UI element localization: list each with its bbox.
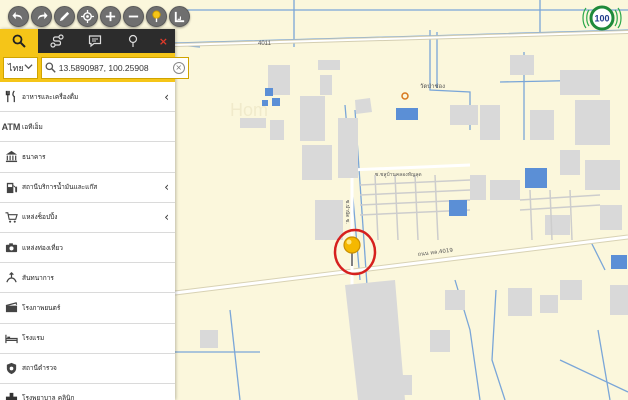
category-label: สถานีตำรวจ xyxy=(22,364,57,373)
category-label: สถานีบริการน้ำมันและแก๊ส xyxy=(22,183,98,192)
restaurant-icon xyxy=(4,90,18,104)
comment-icon xyxy=(88,35,102,48)
zoom-in-icon[interactable] xyxy=(100,5,121,27)
place-marker-icon[interactable] xyxy=(146,5,167,27)
hotel-bed-icon xyxy=(4,331,18,345)
tab-search[interactable] xyxy=(0,29,38,53)
clear-search-icon[interactable]: × xyxy=(172,61,185,74)
panel-tabs: × xyxy=(0,29,175,53)
tab-marker[interactable] xyxy=(114,29,152,53)
category-label: โรงพยาบาล คลินิก xyxy=(22,394,75,400)
draw-pencil-icon[interactable] xyxy=(54,5,75,27)
search-box: × xyxy=(40,56,189,79)
police-icon xyxy=(4,361,18,375)
category-label: ธนาคาร xyxy=(22,152,46,161)
chevron-left-icon[interactable]: ‹ xyxy=(164,210,169,224)
language-value: ไทย xyxy=(8,62,24,73)
search-bar: ไทย × xyxy=(0,53,189,82)
shopping-cart-icon xyxy=(4,210,18,224)
back-icon[interactable] xyxy=(8,5,29,27)
atm-icon: ATM xyxy=(1,121,21,132)
zoom-out-icon[interactable] xyxy=(123,5,144,27)
search-input[interactable] xyxy=(58,62,170,73)
category-item[interactable]: โรงภาพยนตร์ xyxy=(0,293,175,324)
close-icon: × xyxy=(158,34,168,48)
camera-icon xyxy=(4,241,18,255)
hospital-icon xyxy=(4,391,18,400)
gas-station-icon xyxy=(4,180,18,194)
recreation-icon xyxy=(4,271,18,285)
tab-route[interactable] xyxy=(38,29,76,53)
category-item[interactable]: โรงแรม xyxy=(0,324,175,354)
brand-label: 100 xyxy=(594,14,609,24)
category-item[interactable]: โรงพยาบาล คลินิก xyxy=(0,384,175,400)
magnifier-icon xyxy=(45,62,56,73)
category-item[interactable]: ธนาคาร xyxy=(0,142,175,173)
bank-icon xyxy=(4,150,18,164)
soi-vertical-label: ซ.บำบัด ซ. xyxy=(344,200,350,224)
soi-road-label: ซ.ชลูบ้านคลองทัญลุด xyxy=(375,171,422,178)
category-item[interactable]: สถานีตำรวจ xyxy=(0,354,175,384)
brand-logo: 100 xyxy=(582,4,622,32)
search-panel: × ไทย × อาหารและเครื่องดื่ม ‹ ATMเอทีเอ็มธ… xyxy=(0,29,189,400)
close-button[interactable]: × xyxy=(152,29,175,53)
marker-icon xyxy=(128,34,138,47)
map-watermark: Hom xyxy=(230,100,268,120)
measure-ruler-icon[interactable] xyxy=(169,5,190,27)
forward-icon[interactable] xyxy=(31,5,52,27)
locate-target-icon[interactable] xyxy=(77,5,98,27)
category-item[interactable]: อาหารและเครื่องดื่ม ‹ xyxy=(0,82,175,113)
chevron-left-icon[interactable]: ‹ xyxy=(164,90,169,104)
search-icon xyxy=(12,34,26,48)
cinema-icon xyxy=(4,301,18,315)
road-number-label: 4011 xyxy=(258,41,272,47)
language-select[interactable]: ไทย xyxy=(3,56,38,79)
category-item[interactable]: ATM เอทีเอ็ม xyxy=(0,112,175,143)
category-label: สันทนาการ xyxy=(22,273,54,282)
category-item[interactable]: แหล่งท่องเที่ยว xyxy=(0,233,175,264)
category-label: แหล่งท่องเที่ยว xyxy=(22,243,63,252)
category-label: โรงแรม xyxy=(22,334,45,343)
category-list: อาหารและเครื่องดื่ม ‹ ATM เอทีเอ็มธนาคารสถา… xyxy=(0,82,175,400)
category-label: เอทีเอ็ม xyxy=(22,122,43,131)
category-label: แหล่งช็อปปิ้ง xyxy=(22,213,58,222)
poi-label: วัดป่าช่อง xyxy=(420,83,445,90)
map-toolbar xyxy=(8,5,190,27)
chevron-left-icon[interactable]: ‹ xyxy=(164,180,169,194)
route-icon xyxy=(50,34,64,48)
category-label: อาหารและเครื่องดื่ม xyxy=(22,92,79,101)
category-item[interactable]: สถานีบริการน้ำมันและแก๊ส ‹ xyxy=(0,173,175,203)
chevron-down-icon xyxy=(24,62,33,73)
category-label: โรงภาพยนตร์ xyxy=(22,303,61,312)
category-item[interactable]: แหล่งช็อปปิ้ง ‹ xyxy=(0,203,175,233)
tab-comment[interactable] xyxy=(76,29,114,53)
category-item[interactable]: สันทนาการ xyxy=(0,263,175,294)
